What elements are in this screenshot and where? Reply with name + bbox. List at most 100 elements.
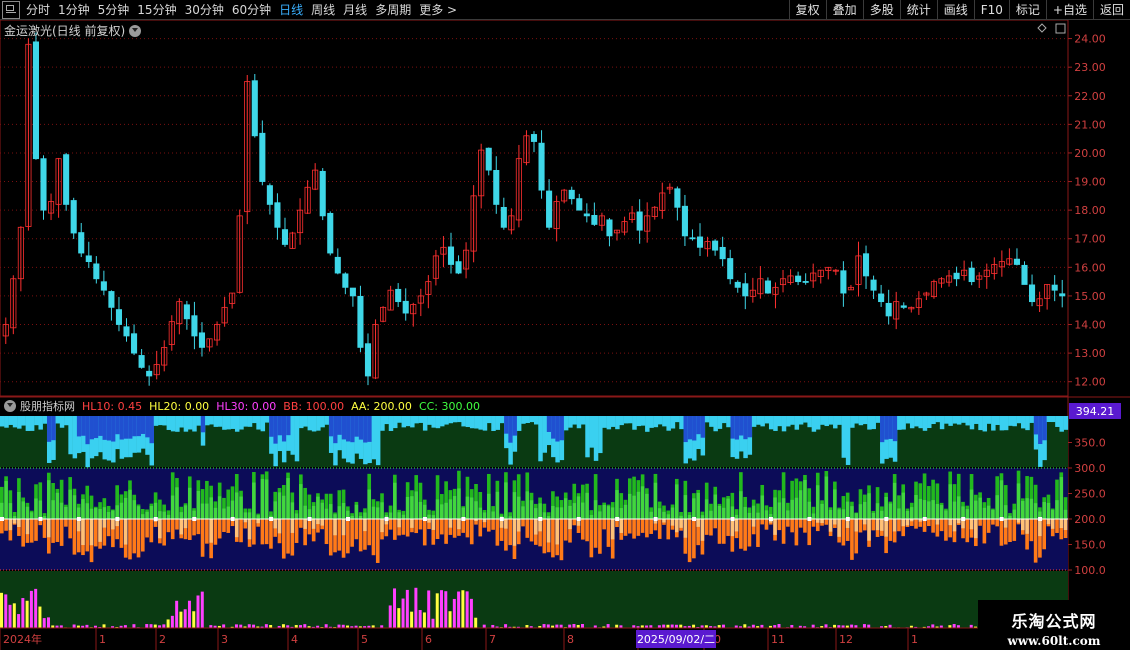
band-deep-bar xyxy=(1038,416,1043,445)
upper-light-bar xyxy=(965,509,970,519)
period-tab[interactable]: 周线 xyxy=(307,0,339,20)
candle-body xyxy=(734,281,741,288)
lower-bar xyxy=(572,519,577,526)
period-tab[interactable]: 更多 > xyxy=(415,0,461,20)
lower-light-bar xyxy=(820,519,824,524)
band-deep-bar xyxy=(358,416,364,440)
volume-bar xyxy=(397,608,401,628)
band-deep-bar xyxy=(508,416,513,443)
lower-bar xyxy=(196,519,201,535)
upper-light-bar xyxy=(790,499,794,519)
band-deep-bar xyxy=(546,416,552,432)
band-bar xyxy=(820,416,825,425)
candle-body xyxy=(198,332,206,348)
upper-light-bar xyxy=(474,501,478,519)
upper-light-bar xyxy=(897,508,901,519)
volume-bar xyxy=(12,603,16,628)
lower-light-bar xyxy=(815,519,820,523)
lower-light-bar xyxy=(1059,519,1064,529)
upper-light-bar xyxy=(333,514,337,519)
band-deep-bar xyxy=(277,416,283,436)
band-bar xyxy=(534,416,539,425)
toolbar-button[interactable]: 画线 xyxy=(936,0,974,20)
lower-light-bar xyxy=(700,519,705,541)
band-bar xyxy=(649,416,654,428)
lower-bar xyxy=(68,519,72,539)
band-bar xyxy=(38,416,43,430)
marker-dot xyxy=(269,517,274,521)
lower-light-bar xyxy=(247,519,252,540)
lower-light-bar xyxy=(89,519,94,546)
lower-bar xyxy=(324,519,329,545)
indicator-tick-label: 100.0 xyxy=(1074,564,1106,577)
upper-light-bar xyxy=(149,505,154,519)
period-tab[interactable]: 15分钟 xyxy=(133,0,180,20)
upper-light-bar xyxy=(525,491,530,519)
upper-light-bar xyxy=(854,513,859,519)
lower-bar xyxy=(1029,519,1034,542)
upper-light-bar xyxy=(636,491,641,519)
toolbar-button[interactable]: 叠加 xyxy=(825,0,863,20)
upper-light-bar xyxy=(909,507,914,519)
lower-light-bar xyxy=(448,519,453,528)
band-bar xyxy=(196,416,201,426)
upper-light-bar xyxy=(196,490,201,519)
marker-dot xyxy=(422,517,427,521)
period-tab[interactable]: 5分钟 xyxy=(94,0,134,20)
upper-light-bar xyxy=(657,508,662,519)
period-tab[interactable]: 60分钟 xyxy=(228,0,275,20)
period-tab[interactable]: 日线 xyxy=(275,0,307,20)
indicator-layer xyxy=(0,416,1069,628)
lower-bar xyxy=(944,519,948,541)
upper-light-bar xyxy=(551,505,555,519)
volume-bar xyxy=(867,624,871,628)
price-axis: 24.00 23.00 22.00 21.00 20.00 19.00 18.00 17.00… xyxy=(1037,23,1106,389)
upper-light-bar xyxy=(512,492,517,519)
indicator-field: HL30: 0.00 xyxy=(216,399,277,413)
candle-body xyxy=(885,302,892,317)
band-bar xyxy=(68,416,73,455)
lower-bar xyxy=(1055,519,1059,533)
period-tab[interactable]: 多周期 xyxy=(371,0,415,20)
band-bar xyxy=(1046,416,1052,423)
layout-icon[interactable] xyxy=(2,1,20,19)
indicator-dropdown-icon[interactable] xyxy=(4,400,16,412)
band-bar xyxy=(948,416,953,426)
lower-bar xyxy=(764,519,769,530)
candle-body xyxy=(878,293,885,303)
toolbar-button[interactable]: 统计 xyxy=(899,0,937,20)
period-tab[interactable]: 月线 xyxy=(339,0,371,20)
band-bar xyxy=(794,416,800,430)
band-bar xyxy=(786,416,791,427)
volume-bar xyxy=(431,618,435,628)
upper-light-bar xyxy=(948,484,953,519)
lower-bar xyxy=(93,519,98,547)
marker-dot xyxy=(38,517,43,521)
lower-light-bar xyxy=(619,519,624,533)
period-tab[interactable]: 30分钟 xyxy=(181,0,228,20)
volume-bar xyxy=(721,624,725,628)
upper-light-bar xyxy=(580,502,585,519)
toolbar-button[interactable]: 标记 xyxy=(1008,0,1046,20)
lower-light-bar xyxy=(427,519,431,523)
band-bar xyxy=(260,416,266,432)
band-deep-bar xyxy=(892,416,898,442)
toolbar-button[interactable]: 返回 xyxy=(1092,0,1130,20)
upper-light-bar xyxy=(850,506,854,519)
toolbar-button[interactable]: 多股 xyxy=(862,0,900,20)
lower-light-bar xyxy=(969,519,974,530)
upper-light-bar xyxy=(927,501,931,519)
lower-bar xyxy=(931,519,935,533)
candle-body xyxy=(696,236,704,248)
toolbar-button[interactable]: 复权 xyxy=(788,0,826,20)
toolbar-button[interactable]: +自选 xyxy=(1045,0,1093,20)
toolbar-button[interactable]: F10 xyxy=(973,0,1009,20)
upper-light-bar xyxy=(1021,500,1025,519)
title-dropdown-icon[interactable] xyxy=(129,24,142,37)
candle-body xyxy=(727,258,734,280)
period-tab[interactable]: 1分钟 xyxy=(54,0,94,20)
lower-light-bar xyxy=(46,519,51,538)
band-bar xyxy=(324,416,330,425)
period-tab[interactable]: 分时 xyxy=(22,0,54,20)
upper-light-bar xyxy=(1059,477,1064,519)
